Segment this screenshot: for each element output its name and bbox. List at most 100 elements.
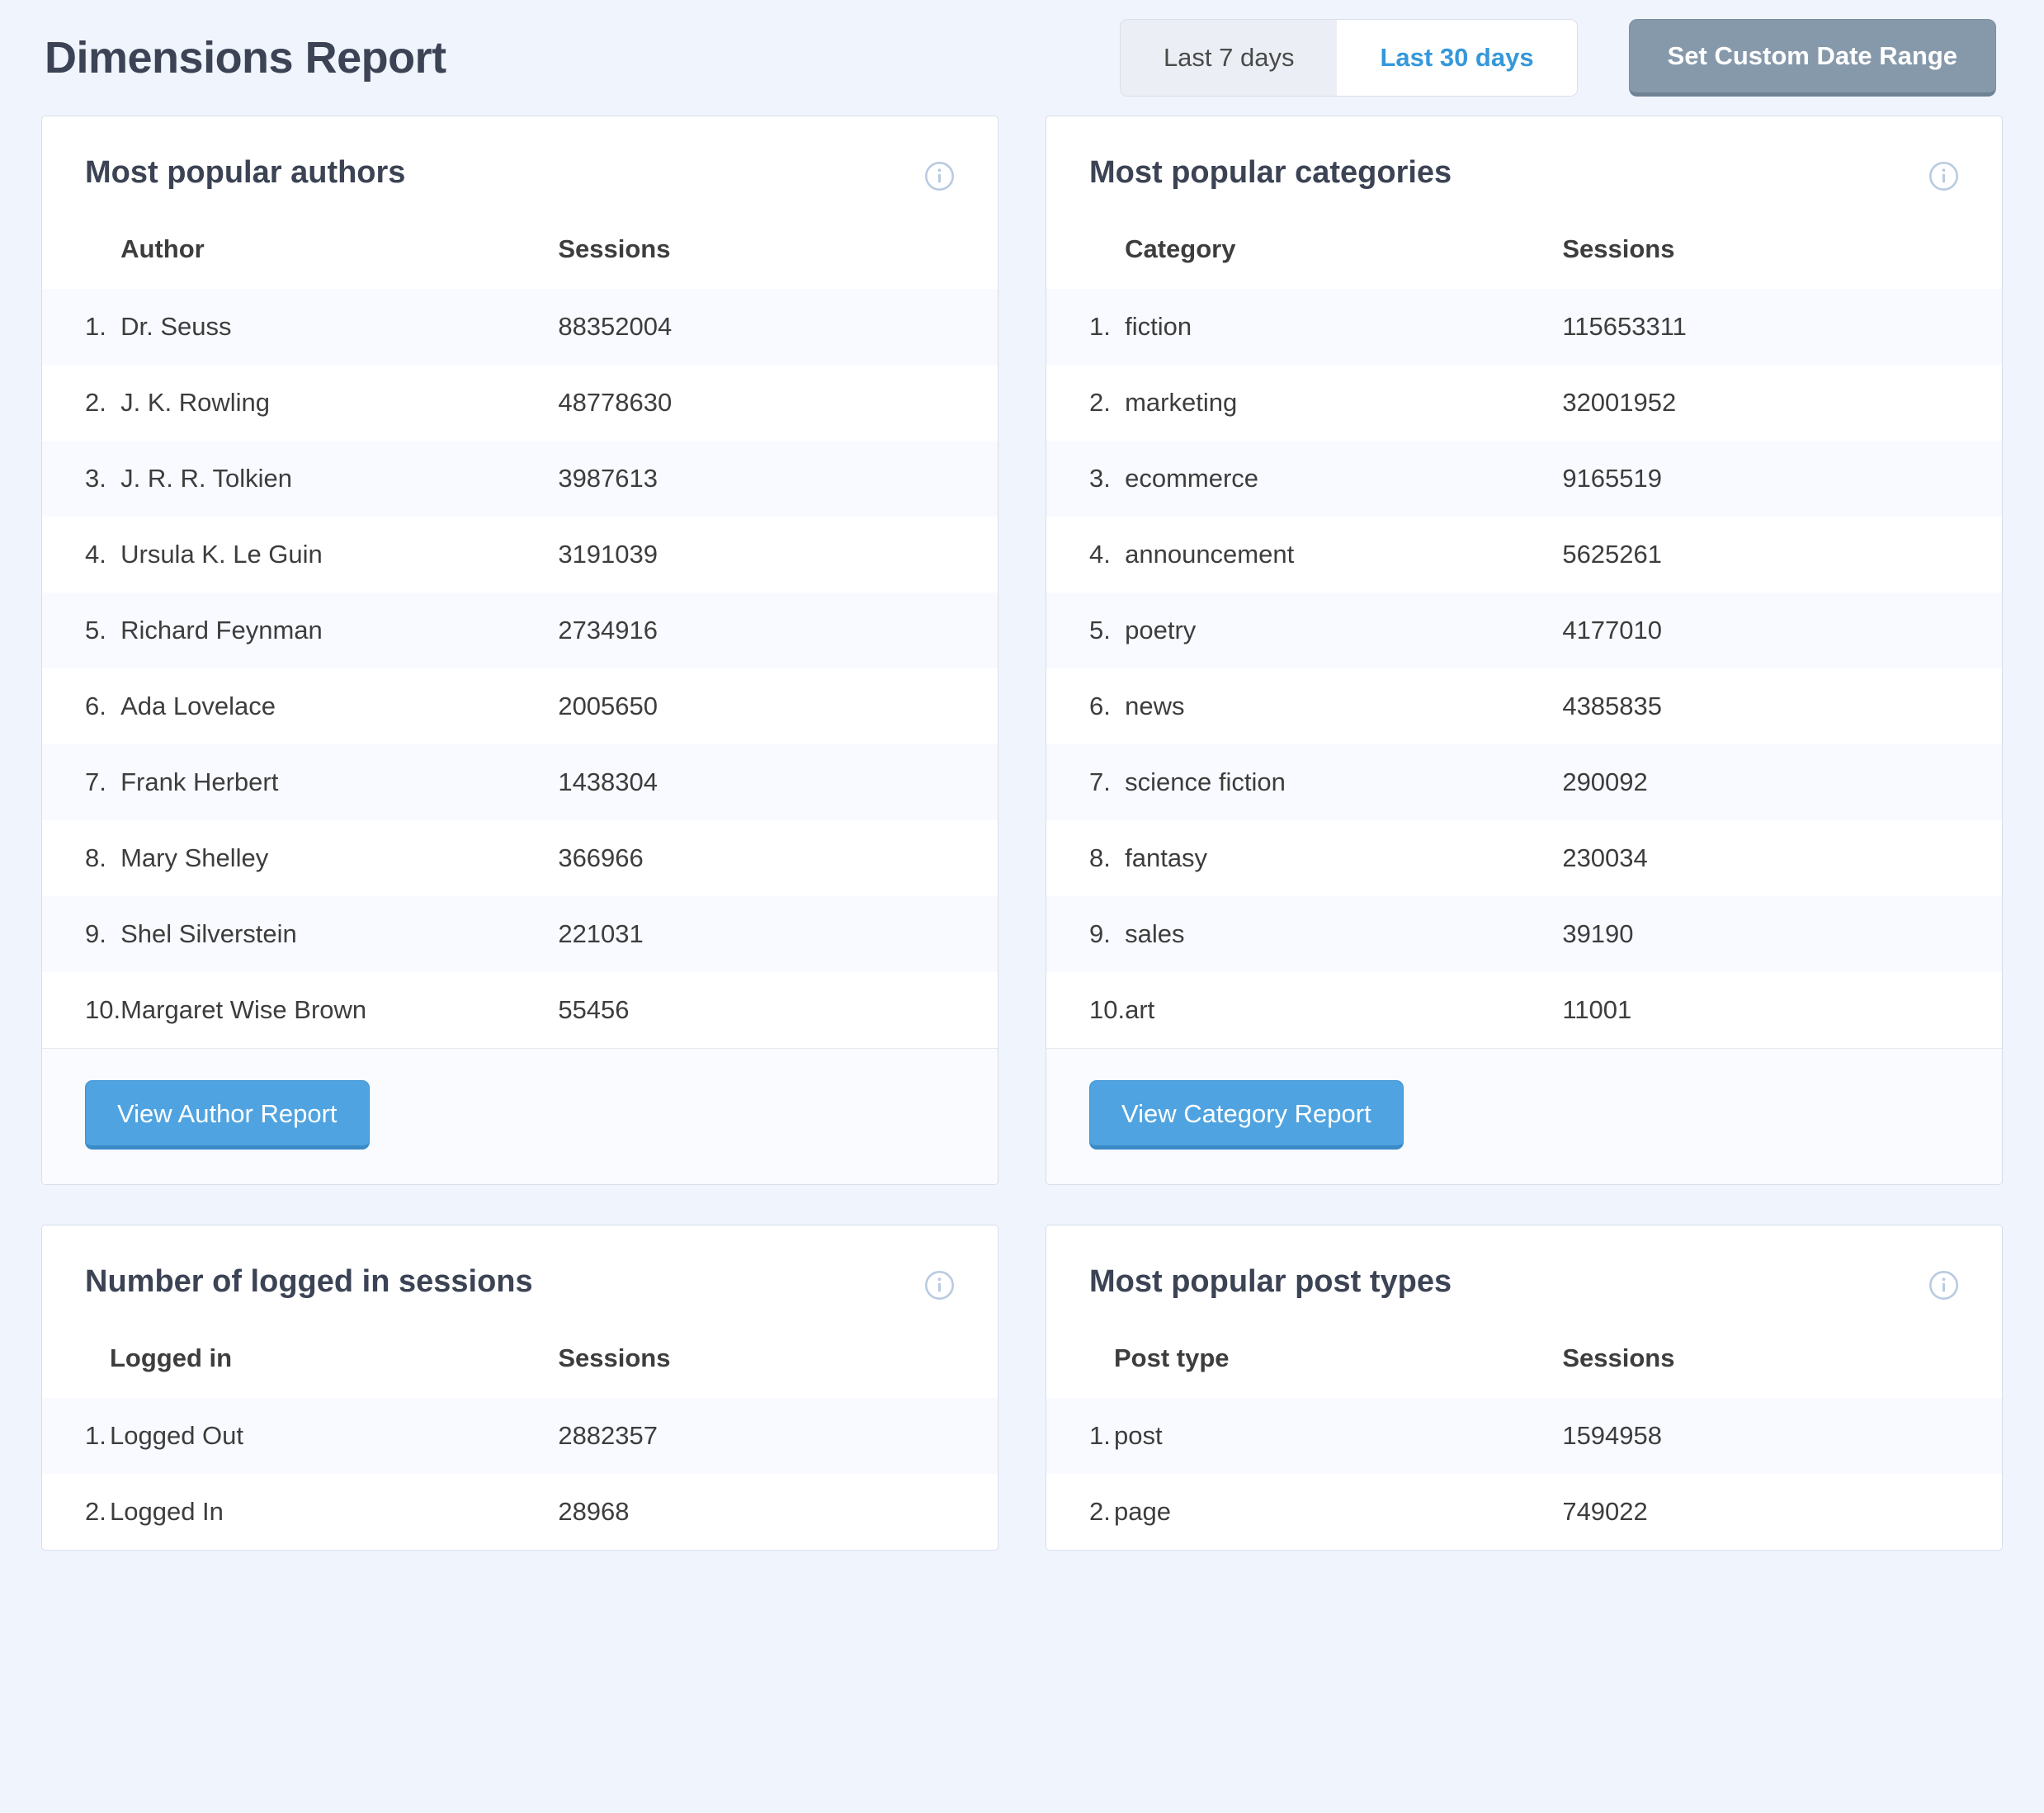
table-row: 6. Ada Lovelace 2005650: [42, 668, 998, 744]
table-row: 1. post 1594958: [1046, 1398, 2002, 1474]
card-footer: View Author Report: [42, 1048, 998, 1184]
report-cards-grid: Most popular authors Author Sessions 1. …: [41, 116, 2003, 1559]
row-value: 221031: [558, 896, 998, 972]
row-value: 9165519: [1562, 441, 2002, 517]
column-header-rank: [42, 1330, 110, 1398]
row-value: 1594958: [1562, 1398, 2002, 1474]
row-label: post: [1114, 1398, 1563, 1474]
row-rank: 8.: [42, 820, 121, 896]
row-rank: 6.: [1046, 668, 1126, 744]
row-rank: 8.: [1046, 820, 1126, 896]
table-header-row: Post type Sessions: [1046, 1330, 2002, 1398]
row-label: J. K. Rowling: [120, 365, 559, 441]
row-value: 32001952: [1562, 365, 2002, 441]
row-value: 4177010: [1562, 593, 2002, 668]
row-rank: 2.: [1046, 365, 1126, 441]
row-label: Shel Silverstein: [120, 896, 559, 972]
row-label: page: [1114, 1474, 1563, 1550]
table-row: 3. ecommerce 9165519: [1046, 441, 2002, 517]
table-row: 9. Shel Silverstein 221031: [42, 896, 998, 972]
row-value: 28968: [558, 1474, 998, 1550]
row-value: 1438304: [558, 744, 998, 820]
row-label: news: [1125, 668, 1563, 744]
dimensions-report-page: Dimensions Report Last 7 days Last 30 da…: [0, 0, 2044, 1813]
row-rank: 1.: [1046, 289, 1126, 365]
column-header-sessions: Sessions: [1562, 1330, 2002, 1398]
table-row: 2. Logged In 28968: [42, 1474, 998, 1550]
row-value: 3191039: [558, 517, 998, 593]
table-header-row: Logged in Sessions: [42, 1330, 998, 1398]
row-label: Mary Shelley: [120, 820, 559, 896]
table-row: 4. announcement 5625261: [1046, 517, 2002, 593]
row-value: 230034: [1562, 820, 2002, 896]
row-label: J. R. R. Tolkien: [120, 441, 559, 517]
info-icon[interactable]: [1928, 1270, 1959, 1301]
row-value: 39190: [1562, 896, 2002, 972]
row-label: fiction: [1125, 289, 1563, 365]
authors-table: Author Sessions 1. Dr. Seuss 88352004 2.…: [42, 221, 998, 1048]
row-value: 749022: [1562, 1474, 2002, 1550]
table-row: 1. fiction 115653311: [1046, 289, 2002, 365]
row-value: 5625261: [1562, 517, 2002, 593]
card-title: Most popular post types: [1089, 1264, 1452, 1299]
row-value: 366966: [558, 820, 998, 896]
row-value: 2734916: [558, 593, 998, 668]
date-range-toggle[interactable]: Last 7 days Last 30 days: [1119, 19, 1578, 97]
table-row: 2. marketing 32001952: [1046, 365, 2002, 441]
card-most-popular-post-types: Most popular post types Post type Sessio…: [1046, 1225, 2003, 1551]
info-icon[interactable]: [1928, 161, 1959, 191]
table-row: 10. Margaret Wise Brown 55456: [42, 972, 998, 1048]
row-value: 88352004: [558, 289, 998, 365]
column-header-rank: [1046, 1330, 1114, 1398]
row-rank: 5.: [42, 593, 121, 668]
row-label: Logged In: [110, 1474, 559, 1550]
post-types-table: Post type Sessions 1. post 1594958 2. pa…: [1046, 1330, 2002, 1550]
row-label: Logged Out: [110, 1398, 559, 1474]
row-rank: 4.: [42, 517, 121, 593]
header-controls: Last 7 days Last 30 days Set Custom Date…: [1119, 19, 1999, 97]
row-value: 3987613: [558, 441, 998, 517]
column-header-sessions: Sessions: [1562, 221, 2002, 289]
categories-table: Category Sessions 1. fiction 115653311 2…: [1046, 221, 2002, 1048]
date-range-last-7-days[interactable]: Last 7 days: [1120, 20, 1338, 96]
row-value: 4385835: [1562, 668, 2002, 744]
table-row: 7. Frank Herbert 1438304: [42, 744, 998, 820]
row-rank: 7.: [42, 744, 121, 820]
row-label: marketing: [1125, 365, 1563, 441]
row-label: Dr. Seuss: [120, 289, 559, 365]
row-label: fantasy: [1125, 820, 1563, 896]
set-custom-date-range-button[interactable]: Set Custom Date Range: [1628, 19, 1996, 97]
row-rank: 2.: [42, 1474, 110, 1550]
row-rank: 9.: [42, 896, 121, 972]
card-header: Most popular categories: [1046, 116, 2002, 191]
row-label: poetry: [1125, 593, 1563, 668]
table-row: 8. fantasy 230034: [1046, 820, 2002, 896]
logged-in-sessions-table: Logged in Sessions 1. Logged Out 2882357…: [42, 1330, 998, 1550]
card-header: Number of logged in sessions: [42, 1225, 998, 1301]
column-header-logged-in: Logged in: [110, 1330, 559, 1398]
row-rank: 6.: [42, 668, 121, 744]
column-header-post-type: Post type: [1114, 1330, 1563, 1398]
row-rank: 7.: [1046, 744, 1126, 820]
info-icon[interactable]: [924, 161, 955, 191]
table-row: 10. art 11001: [1046, 972, 2002, 1048]
table-row: 2. J. K. Rowling 48778630: [42, 365, 998, 441]
table-row: 5. poetry 4177010: [1046, 593, 2002, 668]
column-header-author: Author: [120, 221, 559, 289]
row-value: 55456: [558, 972, 998, 1048]
date-range-last-30-days[interactable]: Last 30 days: [1337, 20, 1577, 96]
row-label: science fiction: [1125, 744, 1563, 820]
card-most-popular-categories: Most popular categories Category Session…: [1046, 116, 2003, 1185]
view-category-report-button[interactable]: View Category Report: [1089, 1080, 1404, 1150]
info-icon[interactable]: [924, 1270, 955, 1301]
table-row: 2. page 749022: [1046, 1474, 2002, 1550]
card-title: Most popular authors: [85, 155, 406, 190]
row-label: Margaret Wise Brown: [120, 972, 559, 1048]
table-header-row: Category Sessions: [1046, 221, 2002, 289]
row-rank: 10.: [1046, 972, 1126, 1048]
table-row: 1. Dr. Seuss 88352004: [42, 289, 998, 365]
view-author-report-button[interactable]: View Author Report: [85, 1080, 370, 1150]
row-rank: 2.: [42, 365, 121, 441]
row-rank: 4.: [1046, 517, 1126, 593]
row-rank: 3.: [1046, 441, 1126, 517]
